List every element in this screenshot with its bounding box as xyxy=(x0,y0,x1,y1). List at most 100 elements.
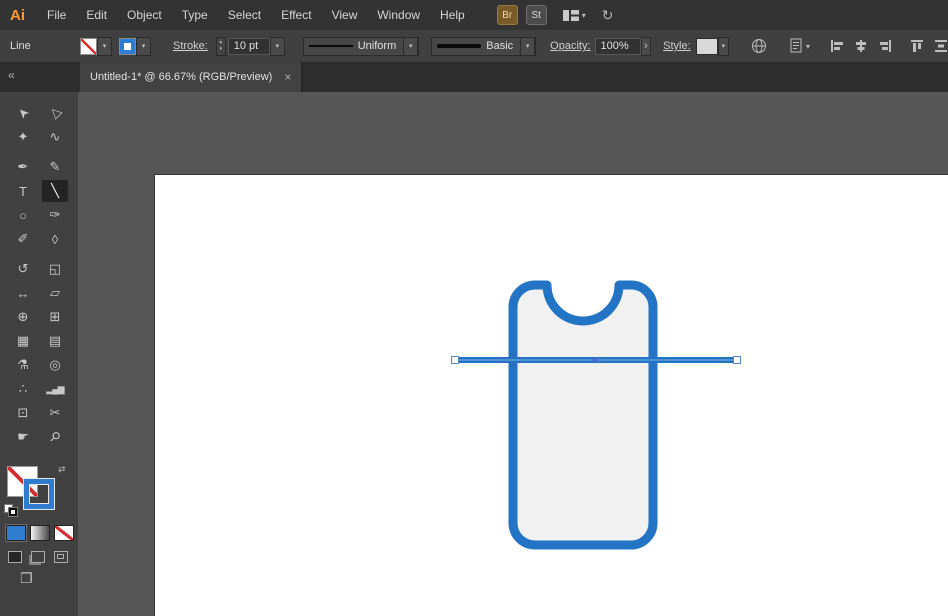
stepper-down-icon[interactable]: ▾ xyxy=(217,46,225,53)
type-tool[interactable]: T xyxy=(10,180,36,202)
workspace-switcher-button[interactable]: ▾ xyxy=(563,10,586,21)
align-left-button[interactable] xyxy=(830,39,844,53)
align-center-icon xyxy=(854,39,868,53)
draw-normal-icon[interactable] xyxy=(8,551,22,563)
menubar: Ai File Edit Object Type Select Effect V… xyxy=(0,0,948,30)
zoom-tool[interactable]: ⚲ xyxy=(42,426,68,448)
blend-tool[interactable]: ◎ xyxy=(42,354,68,376)
stroke-label[interactable]: Stroke: xyxy=(173,40,208,52)
default-fill-stroke-icon[interactable] xyxy=(4,504,20,517)
hand-tool[interactable]: ☛ xyxy=(10,426,36,448)
perspective-grid-tool[interactable]: ⊞ xyxy=(42,306,68,328)
stroke-weight-chevron-icon[interactable]: ▾ xyxy=(270,37,285,56)
direct-selection-tool[interactable]: ▷ xyxy=(42,102,68,124)
gradient-button[interactable] xyxy=(30,525,50,541)
collapse-panel-icon[interactable]: « xyxy=(8,68,15,82)
style-chevron-icon[interactable]: ▾ xyxy=(718,37,729,56)
eraser-tool[interactable]: ◊ xyxy=(42,228,68,250)
document-setup-button[interactable]: ▾ xyxy=(789,38,810,54)
style-swatch[interactable] xyxy=(696,38,718,55)
selection-tool[interactable]: ➤ xyxy=(10,102,36,124)
anchor-handle-left[interactable] xyxy=(452,357,459,364)
stepper-up-icon[interactable]: ▴ xyxy=(217,39,225,46)
document-tab-title: Untitled-1* @ 66.67% (RGB/Preview) xyxy=(90,71,272,83)
gradient-tool[interactable]: ▤ xyxy=(42,330,68,352)
fill-color-swatch[interactable] xyxy=(80,38,97,55)
stroke-color-swatch[interactable] xyxy=(119,38,136,55)
eyedropper-tool[interactable]: ⚗ xyxy=(10,354,36,376)
curvature-tool[interactable]: ✎ xyxy=(42,156,68,178)
tool-row: ○ ✑ xyxy=(0,204,78,226)
notched-rectangle-shape[interactable] xyxy=(513,285,653,545)
free-transform-tool[interactable]: ▱ xyxy=(42,282,68,304)
mesh-tool[interactable]: ▦ xyxy=(10,330,36,352)
stroke-weight-value[interactable]: 10 pt xyxy=(228,38,270,55)
menu-file[interactable]: File xyxy=(37,0,76,30)
stroke-weight-select[interactable]: 10 pt ▾ xyxy=(228,37,285,56)
opacity-more-icon[interactable]: › xyxy=(641,37,652,56)
pen-tool[interactable]: ✒ xyxy=(10,156,36,178)
fill-color-control[interactable]: ▾ xyxy=(80,37,112,56)
menu-select[interactable]: Select xyxy=(218,0,271,30)
align-center-button[interactable] xyxy=(854,39,868,53)
menu-edit[interactable]: Edit xyxy=(76,0,117,30)
swap-fill-stroke-icon[interactable]: ⇄ xyxy=(58,464,66,475)
screen-mode-icon[interactable]: ❐ xyxy=(20,570,33,587)
scale-tool[interactable]: ◱ xyxy=(42,258,68,280)
menu-view[interactable]: View xyxy=(322,0,368,30)
menu-window[interactable]: Window xyxy=(367,0,430,30)
fill-chevron-icon[interactable]: ▾ xyxy=(97,37,112,56)
tool-row: ▦ ▤ xyxy=(0,330,78,352)
stroke-profile-chevron-icon[interactable]: ▾ xyxy=(403,37,418,56)
stroke-chevron-icon[interactable]: ▾ xyxy=(136,37,151,56)
anchor-handle-right[interactable] xyxy=(734,357,741,364)
draw-inside-icon[interactable] xyxy=(54,551,68,563)
tool-row: ➤ ▷ xyxy=(0,102,78,124)
menu-help[interactable]: Help xyxy=(430,0,475,30)
width-tool[interactable]: ↔ xyxy=(10,282,36,304)
rotate-tool[interactable]: ↺ xyxy=(10,258,36,280)
align-right-button[interactable] xyxy=(878,39,892,53)
canvas-area[interactable] xyxy=(78,92,948,616)
lasso-tool[interactable]: ∿ xyxy=(42,126,68,148)
stroke-profile-select[interactable]: Uniform ▾ xyxy=(303,37,420,56)
stroke-color-control[interactable]: ▾ xyxy=(119,37,151,56)
close-icon[interactable]: × xyxy=(284,70,291,84)
paintbrush-tool[interactable]: ✑ xyxy=(42,204,68,226)
brush-definition-select[interactable]: Basic ▾ xyxy=(431,37,536,56)
menu-object[interactable]: Object xyxy=(117,0,172,30)
distribute-button[interactable] xyxy=(934,39,948,53)
artboard[interactable] xyxy=(155,175,948,616)
paint-mode-buttons xyxy=(6,525,74,541)
style-label[interactable]: Style: xyxy=(663,40,691,52)
stroke-swatch-blue[interactable] xyxy=(24,479,54,509)
center-point-handle[interactable] xyxy=(593,358,598,363)
document-tab[interactable]: Untitled-1* @ 66.67% (RGB/Preview) × xyxy=(80,62,302,92)
align-top-button[interactable] xyxy=(910,39,924,53)
shape-builder-tool[interactable]: ⊕ xyxy=(10,306,36,328)
chevron-down-icon: ▾ xyxy=(582,11,586,20)
column-graph-tool[interactable]: ▂▄▆ xyxy=(42,378,68,400)
opacity-input[interactable]: 100% xyxy=(595,38,641,55)
brush-chevron-icon[interactable]: ▾ xyxy=(520,37,535,56)
recolor-artwork-button[interactable] xyxy=(751,38,767,54)
tool-row: ✒ ✎ xyxy=(0,156,78,178)
opacity-label[interactable]: Opacity: xyxy=(550,40,590,52)
artboard-tool[interactable]: ⊡ xyxy=(10,402,36,424)
ellipse-tool[interactable]: ○ xyxy=(10,204,36,226)
color-button[interactable] xyxy=(6,525,26,541)
draw-behind-icon[interactable] xyxy=(31,551,45,563)
menu-type[interactable]: Type xyxy=(172,0,218,30)
sync-icon[interactable]: ↻ xyxy=(602,7,614,24)
none-button[interactable] xyxy=(54,525,74,541)
magic-wand-tool[interactable]: ✦ xyxy=(10,126,36,148)
menu-effect[interactable]: Effect xyxy=(271,0,321,30)
line-segment-tool[interactable]: ╲ xyxy=(42,180,68,202)
control-bar: Line ▾ ▾ Stroke: ▴ ▾ 10 pt ▾ Uniform ▾ B… xyxy=(0,30,948,63)
stroke-weight-stepper[interactable]: ▴ ▾ xyxy=(216,37,226,56)
slice-tool[interactable]: ✂ xyxy=(42,402,68,424)
symbol-sprayer-tool[interactable]: ∴ xyxy=(10,378,36,400)
stock-button[interactable]: St xyxy=(526,5,547,25)
pencil-tool[interactable]: ✐ xyxy=(10,228,36,250)
bridge-button[interactable]: Br xyxy=(497,5,518,25)
